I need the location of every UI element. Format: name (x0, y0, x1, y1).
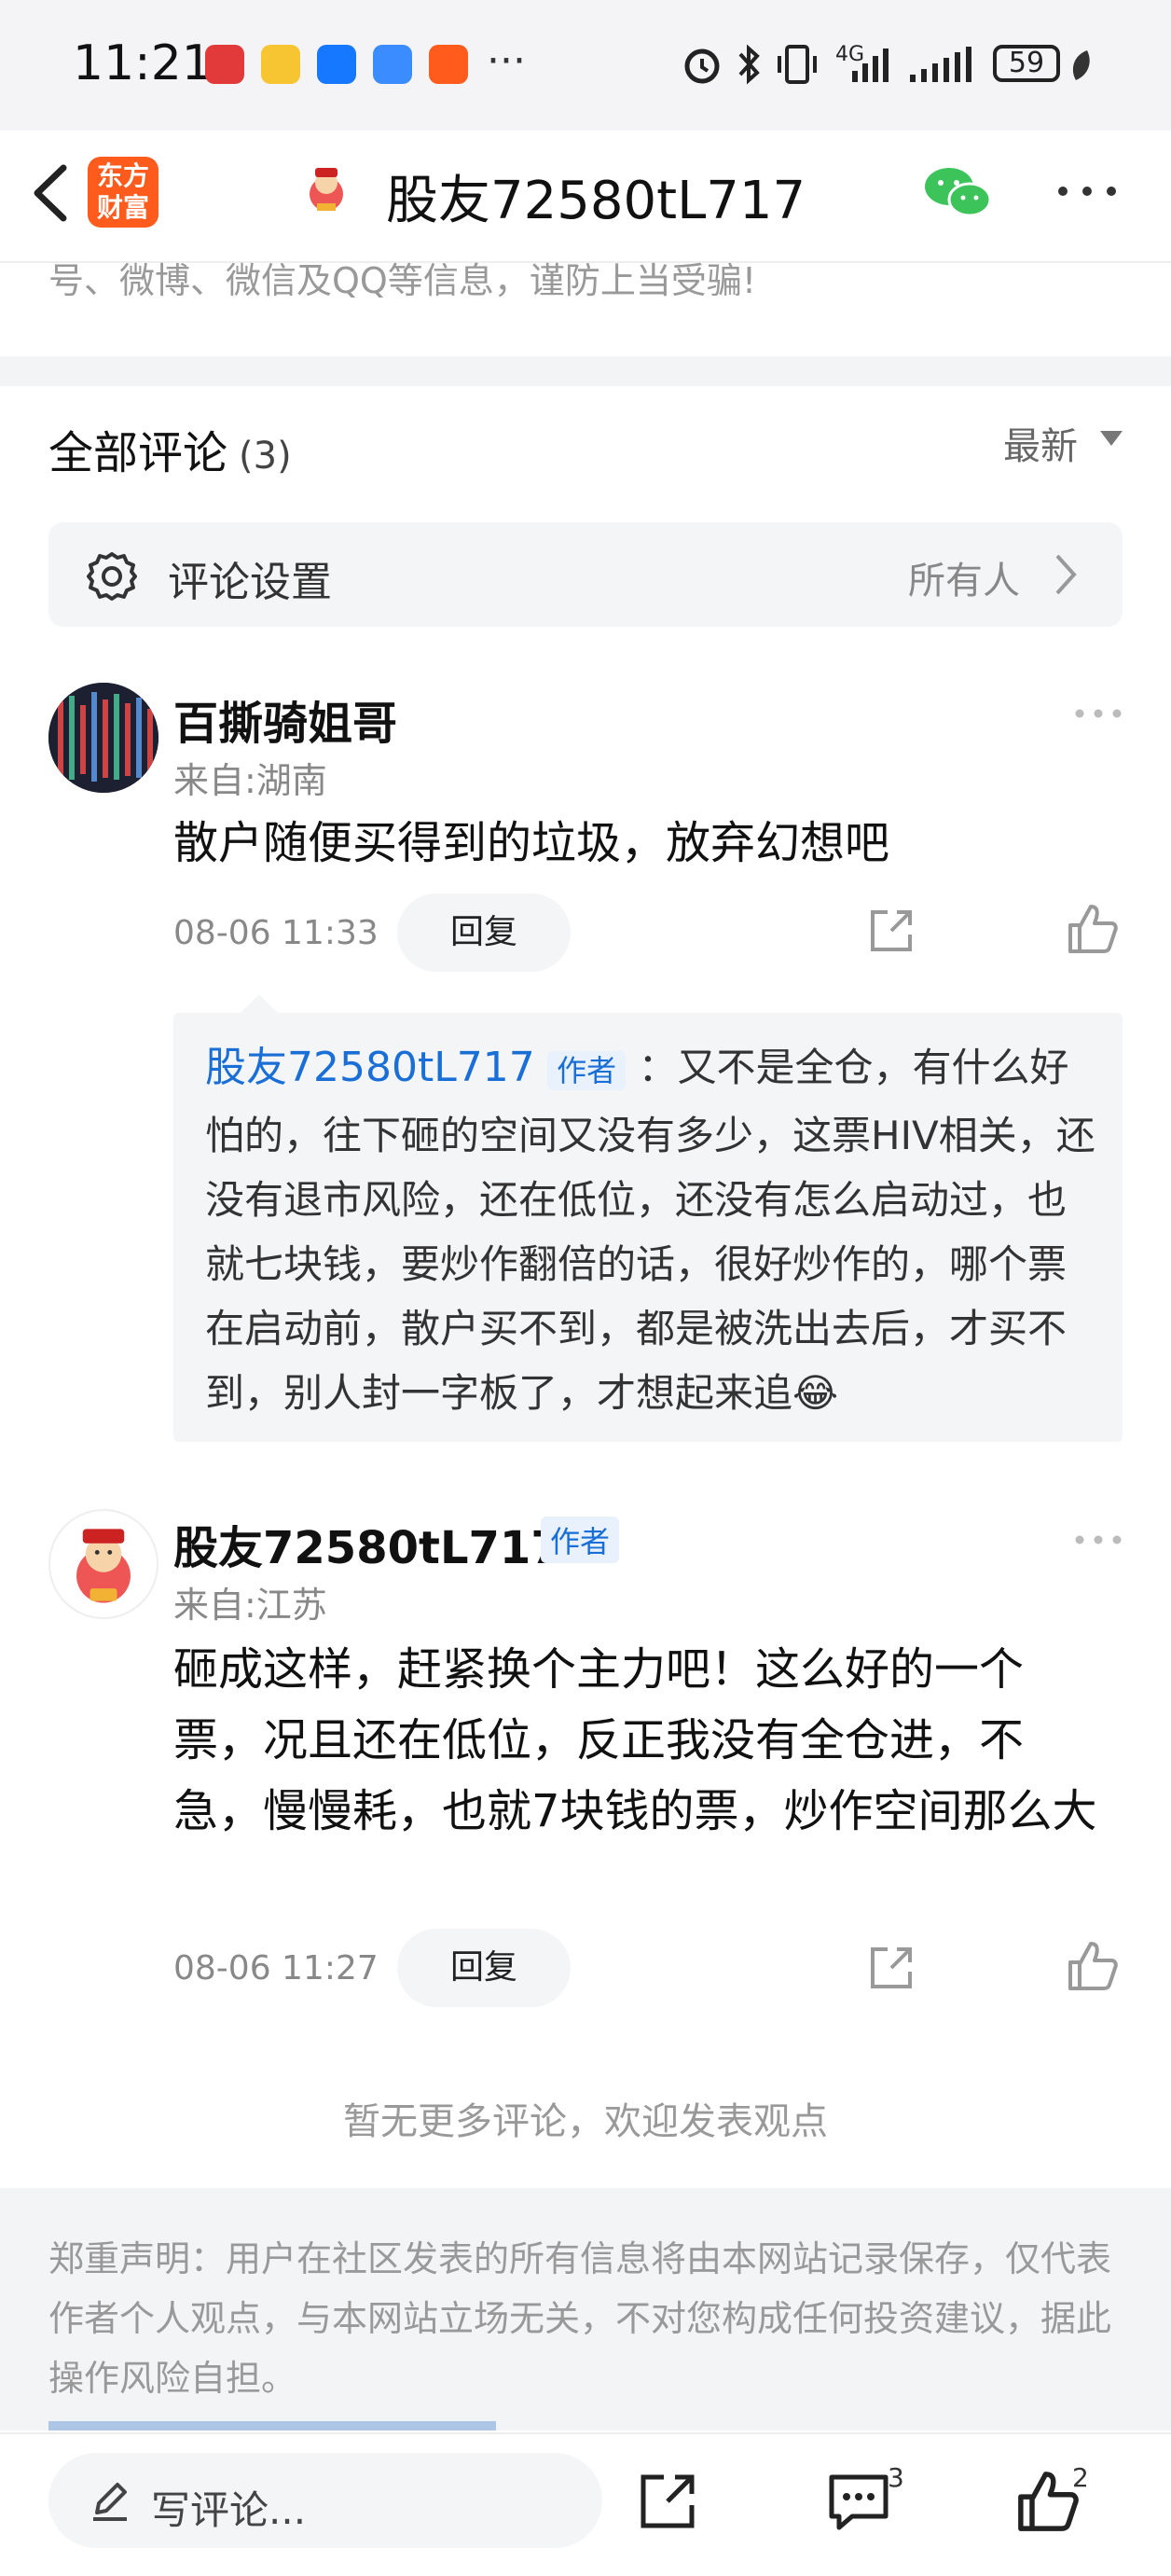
comment-time: 08-06 11:33 (173, 914, 379, 952)
write-comment-placeholder: 写评论... (151, 2487, 307, 2533)
comments-count: (3) (239, 435, 292, 478)
comment-text: 砸成这样，赶紧换个主力吧！这么好的一个票，况且还在低位，反正我没有全仓进，不急，… (173, 1643, 1097, 1837)
vibrate-icon (778, 45, 817, 84)
reply-button[interactable]: 回复 (397, 893, 571, 972)
disclaimer-text: 郑重声明：用户在社区发表的所有信息将由本网站记录保存，仅代表作者个人观点，与本网… (48, 2238, 1112, 2399)
wechat-share-icon[interactable] (923, 164, 992, 220)
comment-username[interactable]: 股友72580tL717 (173, 1511, 562, 1576)
comment-more-icon[interactable] (1074, 707, 1123, 720)
comments-title: 全部评论 (48, 427, 228, 479)
write-comment-input[interactable] (48, 2453, 602, 2548)
signal-icon (852, 48, 889, 82)
author-avatar-small[interactable] (296, 160, 356, 220)
like-icon[interactable] (1067, 903, 1119, 955)
comment-username[interactable]: 百撕骑姐哥 (173, 686, 397, 752)
messenger-app-icon (373, 45, 412, 84)
stock-chart-avatar-image (48, 683, 158, 793)
app-logo[interactable]: 东方 财富 (88, 157, 158, 228)
reply-button[interactable]: 回复 (397, 1929, 571, 2007)
alarm-icon (684, 48, 720, 84)
comment-settings-value: 所有人 (908, 560, 1020, 602)
reply-username[interactable]: 股友72580tL717 (205, 1044, 535, 1091)
chevron-right-icon (1055, 554, 1077, 595)
page-title: 股友72580tL717 (386, 171, 806, 231)
bluetooth-icon (738, 44, 760, 85)
comment-count: 3 (888, 2462, 904, 2493)
comment-location: 来自:江苏 (173, 1585, 327, 1626)
share-icon[interactable] (867, 1944, 916, 1992)
author-badge: 作者 (541, 1517, 620, 1563)
pencil-icon (93, 2483, 127, 2521)
like-icon[interactable] (1067, 1940, 1119, 1992)
alipay-app-icon (317, 45, 356, 84)
fortune-god-avatar-image (76, 1529, 131, 1603)
comment-time: 08-06 11:27 (173, 1949, 379, 1987)
scam-warning-notice: 号、微博、微信及QQ等信息，谨防上当受骗! (48, 260, 757, 301)
share-icon[interactable] (867, 907, 916, 955)
avatar[interactable] (48, 683, 158, 793)
signal-2-icon (910, 47, 971, 82)
more-notifications-icon: ··· (487, 37, 526, 85)
comment-more-icon[interactable] (1074, 1533, 1123, 1546)
author-badge: 作者 (547, 1051, 627, 1090)
dropdown-arrow-icon (1100, 431, 1123, 446)
share-icon[interactable] (638, 2472, 697, 2531)
reply-text: ：又不是全仓，有什么好怕的，往下砸的空间又没有多少，这票HIV相关，还没有退市风… (205, 1045, 1095, 1416)
avatar[interactable] (48, 1509, 158, 1619)
like-icon[interactable] (1016, 2470, 1080, 2533)
back-icon[interactable] (26, 160, 82, 226)
huawei-app-icon (205, 45, 244, 84)
sort-dropdown[interactable]: 最新 (1003, 416, 1078, 470)
like-count: 2 (1072, 2462, 1089, 2493)
comment-settings-label: 评论设置 (168, 559, 332, 606)
logo-text-line-2: 财富 (96, 192, 149, 223)
quote-pointer (239, 994, 280, 1015)
more-options-icon[interactable] (1054, 177, 1121, 205)
no-more-comments: 暂无更多评论，欢迎发表观点 (343, 2100, 828, 2143)
section-divider (0, 356, 1171, 386)
comment-text: 散户随便买得到的垃圾，放弃幻想吧 (173, 817, 890, 869)
logo-text-line-1: 东方 (96, 160, 149, 191)
battery-indicator: 59 (993, 45, 1060, 82)
news-app-icon (429, 45, 468, 84)
status-time: 11:21 (73, 35, 213, 91)
comment-location: 来自:湖南 (173, 760, 327, 801)
author-reply: 股友72580tL717 作者 ：又不是全仓，有什么好怕的，往下砸的空间又没有多… (205, 1035, 1100, 1425)
gear-icon (87, 552, 137, 601)
comment-icon[interactable] (826, 2472, 891, 2533)
comments-header: 全部评论 (3) (48, 416, 292, 481)
leaf-icon (1072, 50, 1090, 80)
weibo-app-icon (261, 45, 300, 84)
